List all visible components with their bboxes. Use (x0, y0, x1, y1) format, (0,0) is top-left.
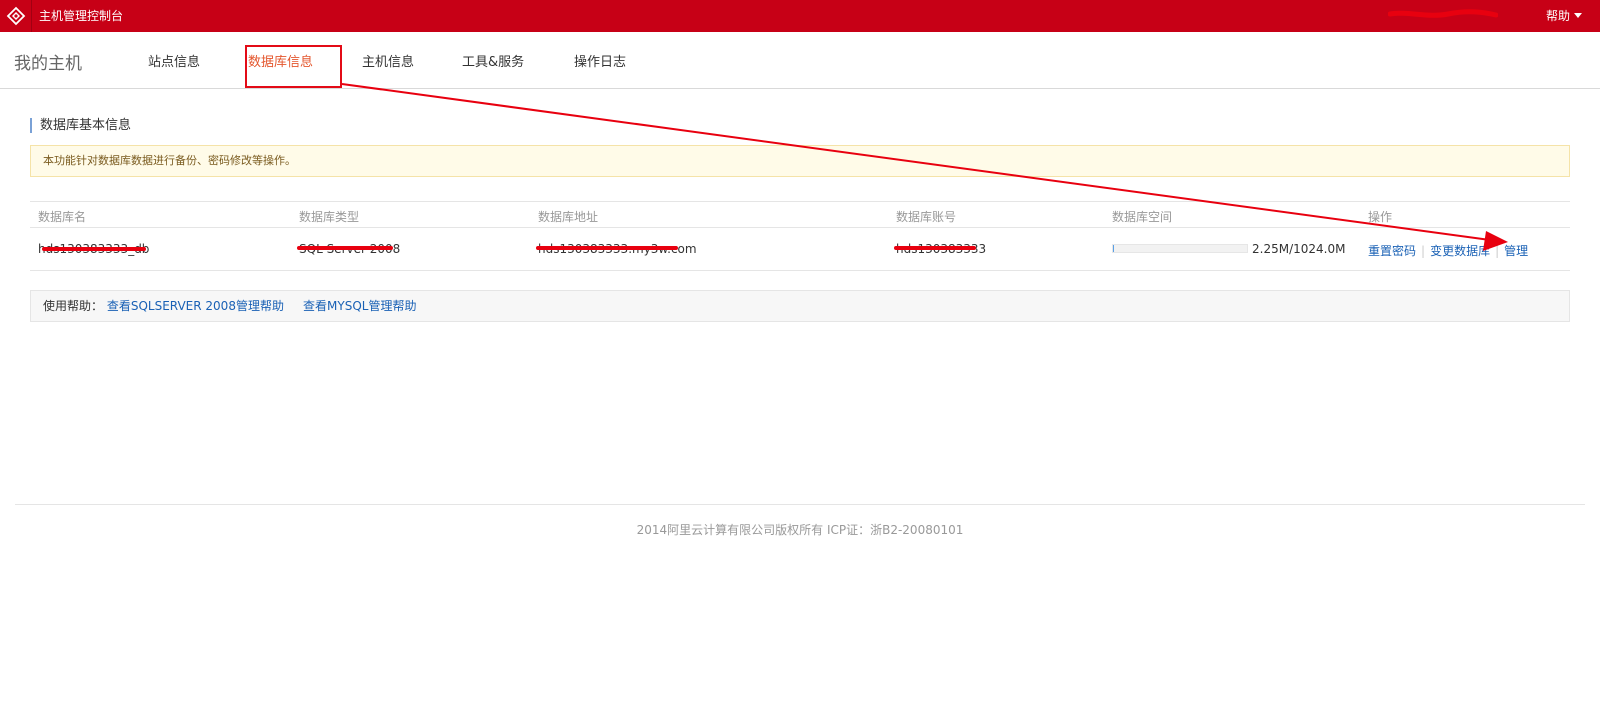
user-account-redacted[interactable] (1387, 8, 1499, 22)
annotation-highlight-box (245, 45, 342, 88)
app-title: 主机管理控制台 (39, 9, 124, 23)
reset-password-link[interactable]: 重置密码 (1368, 244, 1416, 258)
sqlserver-help-link[interactable]: 查看SQLSERVER 2008管理帮助 (107, 299, 284, 313)
separator: | (1495, 244, 1500, 258)
tab-tools-services[interactable]: 工具&服务 (462, 51, 524, 70)
help-label: 帮助 (1546, 9, 1571, 23)
mysql-help-link[interactable]: 查看MYSQL管理帮助 (303, 299, 416, 313)
tab-host-info[interactable]: 主机信息 (362, 51, 414, 70)
table-header-row: 数据库名 数据库类型 数据库地址 数据库账号 数据库空间 操作 (30, 202, 1570, 228)
header-db-type: 数据库类型 (299, 210, 360, 224)
nav-brand[interactable]: 我的主机 (14, 49, 82, 74)
change-database-link[interactable]: 变更数据库 (1430, 244, 1490, 258)
main-nav: 我的主机 站点信息 数据库信息 主机信息 工具&服务 操作日志 (0, 32, 1600, 89)
header-db-name: 数据库名 (38, 210, 87, 224)
tab-site-info[interactable]: 站点信息 (148, 51, 200, 70)
action-links: 重置密码 | 变更数据库 | 管理 (1368, 242, 1528, 259)
header-actions: 操作 (1368, 210, 1393, 224)
help-bar-label: 使用帮助： (43, 299, 104, 313)
logo-icon[interactable] (0, 0, 32, 32)
section-title: 数据库基本信息 (30, 118, 131, 133)
db-space-usage: 2.25M/1024.0M (1252, 242, 1346, 256)
tab-operation-log[interactable]: 操作日志 (574, 51, 626, 70)
footer-copyright: 2014阿里云计算有限公司版权所有 ICP证：浙B2-20080101 (636, 523, 964, 537)
chevron-down-icon (1574, 13, 1583, 18)
manage-link[interactable]: 管理 (1504, 244, 1528, 258)
separator: | (1421, 244, 1426, 258)
redaction-mark (297, 246, 393, 250)
annotation-arrow (341, 83, 1508, 251)
redaction-mark (536, 246, 678, 250)
info-notice: 本功能针对数据库数据进行备份、密码修改等操作。 (30, 145, 1570, 177)
top-header-bar: 主机管理控制台 帮助 (0, 0, 1600, 32)
header-db-address: 数据库地址 (538, 210, 599, 224)
header-db-space: 数据库空间 (1112, 210, 1173, 224)
help-dropdown[interactable]: 帮助 (1546, 0, 1583, 32)
database-table: 数据库名 数据库类型 数据库地址 数据库账号 数据库空间 操作 hds13038… (30, 201, 1570, 271)
table-row: hds130383333_db SQL Server 2008 hds13038… (30, 228, 1570, 270)
help-bar: 使用帮助： 查看SQLSERVER 2008管理帮助 查看MYSQL管理帮助 (30, 290, 1570, 322)
redaction-mark (894, 246, 976, 250)
footer-divider (15, 504, 1585, 505)
redaction-mark (42, 247, 146, 251)
header-db-account: 数据库账号 (896, 210, 957, 224)
db-space-progress-bar (1112, 244, 1248, 253)
